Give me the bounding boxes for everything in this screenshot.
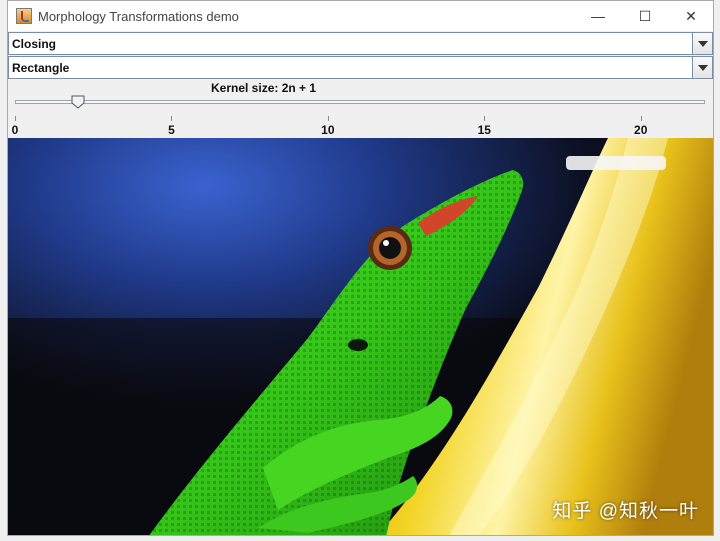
kernel-slider-thumb[interactable] <box>71 95 85 109</box>
shape-select-value: Rectangle <box>12 61 70 75</box>
operation-select-value: Closing <box>12 37 56 51</box>
slider-tick <box>15 116 16 121</box>
close-icon: ✕ <box>685 7 697 24</box>
minimize-icon: — <box>591 8 605 24</box>
window-title: Morphology Transformations demo <box>38 8 239 24</box>
slider-tick-label: 20 <box>634 123 648 137</box>
slider-tick-label: 0 <box>11 123 19 137</box>
shape-dropdown-button[interactable] <box>692 57 712 78</box>
chevron-down-icon <box>697 64 708 71</box>
operation-select[interactable]: Closing <box>8 32 713 55</box>
slider-tick <box>484 116 486 121</box>
slider-tick <box>171 116 173 121</box>
operation-dropdown-button[interactable] <box>692 33 712 54</box>
app-window: Morphology Transformations demo — ☐ ✕ Cl… <box>7 0 714 536</box>
maximize-button[interactable]: ☐ <box>622 1 668 31</box>
watermark-text: 知乎 @知秋一叶 <box>552 501 699 522</box>
maximize-icon: ☐ <box>638 7 652 24</box>
slider-tick <box>327 116 329 121</box>
slider-tick <box>640 116 642 121</box>
slider-tick-label: 10 <box>321 123 335 137</box>
kernel-slider-track[interactable] <box>15 100 705 104</box>
result-image: 知乎 @知秋一叶 <box>8 138 713 535</box>
gecko-image <box>8 138 713 535</box>
title-bar: Morphology Transformations demo — ☐ ✕ <box>8 1 713 31</box>
java-app-icon <box>16 8 32 24</box>
chevron-down-icon <box>697 40 708 47</box>
kernel-size-label: Kernel size: 2n + 1 <box>211 81 317 95</box>
close-button[interactable]: ✕ <box>668 1 713 31</box>
minimize-button[interactable]: — <box>575 1 621 31</box>
shape-select[interactable]: Rectangle <box>8 56 713 79</box>
slider-tick-label: 15 <box>477 123 491 137</box>
slider-tick-label: 5 <box>168 123 175 137</box>
